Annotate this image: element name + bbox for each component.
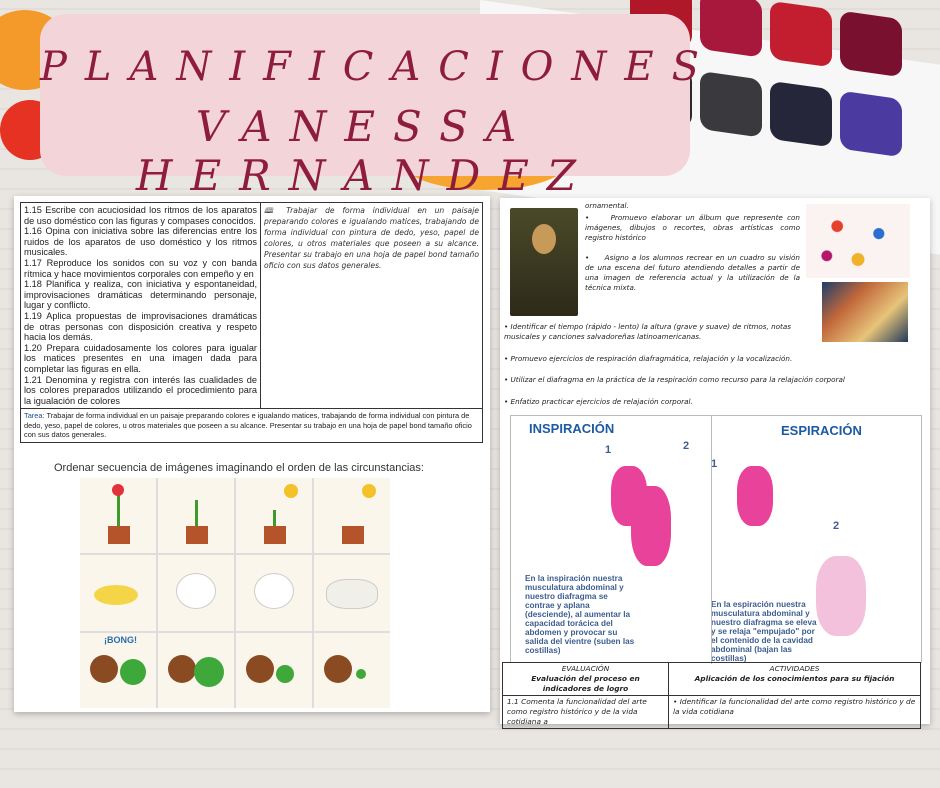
lung-illustration: [737, 466, 773, 526]
mona-lisa-image: [510, 208, 578, 316]
chicks-image: [80, 555, 156, 631]
plant-image: [236, 478, 312, 554]
indicator: 1.15 Escribe con acuciosidad los ritmos …: [24, 205, 257, 226]
plant-image: [314, 478, 390, 554]
evaluation-header: EVALUACIÓN: [561, 664, 610, 673]
bullet-text: Promuevo ejercicios de respiración diafr…: [510, 354, 793, 363]
bullet-item: • Promuevo ejercicios de respiración dia…: [504, 354, 793, 363]
bullet-item: • Enfatizo practicar ejercicios de relaj…: [504, 397, 693, 406]
plant-image: [158, 478, 234, 554]
tarea-label: Tarea:: [24, 411, 45, 421]
hen-image: [158, 555, 234, 631]
expiration-description: En la espiración nuestra musculatura abd…: [711, 600, 817, 663]
expiration-heading: ESPIRACIÓN: [781, 423, 862, 438]
activities-header: ACTIVIDADES: [769, 664, 820, 673]
breathing-diagram: INSPIRACIÓN ESPIRACIÓN 1 2 1 2 En la ins…: [510, 415, 922, 664]
boy-balloon-image: [314, 632, 390, 708]
indicator: 1.19 Aplica propuestas de improvisacione…: [24, 310, 257, 343]
tarea-cell: Tarea: Trabajar de forma individual en u…: [20, 408, 483, 443]
abstract-painting-image: [822, 282, 908, 342]
paint-splatter-image: [806, 204, 910, 278]
bullet-item: • Identificar el tiempo (rápido - lento)…: [504, 322, 792, 341]
indicator: 1.16 Opina con iniciativa sobre las dife…: [24, 226, 257, 258]
activities-subheader: Aplicación de los conocimientos para su …: [694, 674, 895, 683]
bullet-item: • Asigno a los alumnos recrear en un cua…: [585, 253, 800, 292]
bullet-item: • Promuevo elaborar un álbum que represe…: [585, 213, 800, 242]
evaluation-table: EVALUACIÓN Evaluación del proceso en indi…: [502, 662, 921, 729]
step-number: 1: [605, 444, 612, 456]
indicators-cell: 1.15 Escribe con acuciosidad los ritmos …: [20, 201, 261, 410]
indicator: 1.20 Prepara cuidadosamente los colores …: [24, 342, 257, 374]
right-document-page: ornamental. • Promuevo elaborar un álbum…: [500, 198, 930, 729]
bullet-text: Asigno a los alumnos recrear en un cuadr…: [585, 253, 800, 292]
bullet-text: Enfatizo practicar ejercicios de relajac…: [510, 397, 693, 406]
lung-illustration: [816, 556, 866, 636]
indicator: 1.17 Reproduce los sonidos con su voz y …: [24, 257, 257, 279]
hen-image: [236, 555, 312, 631]
activity-cell: 🕮 Trabajar de forma individual en un pai…: [260, 201, 483, 410]
sequence-title: Ordenar secuencia de imágenes imaginando…: [54, 462, 424, 474]
step-number: 2: [683, 440, 690, 452]
indicator: 1.18 Planifica y realiza, con iniciativa…: [24, 279, 257, 311]
evaluation-cell: 1.1 Comenta la funcionalidad del arte co…: [502, 695, 669, 729]
activity-text: Trabajar de forma individual en un paisa…: [264, 206, 479, 270]
book-icon: 🕮: [264, 206, 287, 215]
evaluation-subheader: Evaluación del proceso en indicadores de…: [531, 674, 640, 693]
activities-text: Identificar la funcionalidad del arte co…: [673, 697, 916, 716]
indicator: 1.21 Denomina y registra con interés las…: [24, 374, 257, 406]
boy-balloon-image: [236, 632, 312, 708]
step-number: 2: [833, 520, 840, 532]
lung-illustration: [631, 486, 671, 566]
sequence-image-grid: ¡BONG!: [80, 478, 390, 708]
inspiration-heading: INSPIRACIÓN: [529, 421, 615, 436]
activities-cell: • Identificar la funcionalidad del arte …: [668, 695, 921, 729]
bong-text: ¡BONG!: [104, 634, 137, 645]
inspiration-description: En la inspiración nuestra musculatura ab…: [525, 574, 635, 655]
eggs-image: [314, 555, 390, 631]
boy-balloon-image: [158, 632, 234, 708]
title-line-1: PLANIFICACIONES: [40, 44, 718, 90]
bullet-text: Identificar el tiempo (rápido - lento) l…: [504, 322, 792, 341]
title-banner: PLANIFICACIONES VANESSA HERNANDEZ: [40, 14, 718, 200]
bullet-text: Promuevo elaborar un álbum que represent…: [585, 213, 800, 242]
tarea-text: Trabajar de forma individual en un paisa…: [24, 411, 472, 440]
plant-image: [80, 478, 156, 554]
text-ornamental: ornamental.: [585, 201, 629, 210]
bullet-text: Utilizar el diafragma en la práctica de …: [510, 375, 845, 384]
indicators-table: 1.15 Escribe con acuciosidad los ritmos …: [20, 201, 483, 443]
title-line-2: VANESSA HERNANDEZ: [135, 102, 595, 200]
bullet-item: • Utilizar el diafragma en la práctica d…: [504, 375, 845, 384]
left-document-page: 1.15 Escribe con acuciosidad los ritmos …: [14, 196, 490, 712]
boy-balloon-image: ¡BONG!: [80, 632, 156, 708]
